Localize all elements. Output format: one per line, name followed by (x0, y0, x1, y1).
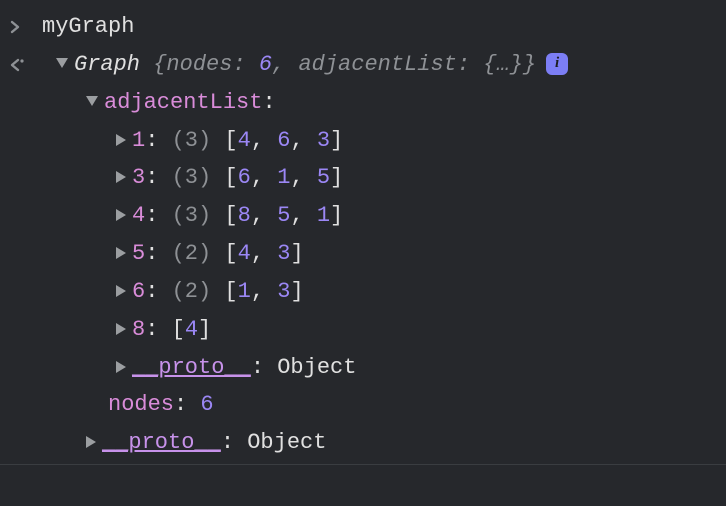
entry-value: 4 (238, 235, 251, 273)
entry-count: (3) (172, 197, 212, 235)
list-entry-row[interactable]: 5: (2) [4, 3] (42, 235, 718, 273)
adjacent-list-header[interactable]: adjacentList: (42, 84, 718, 122)
console-input-text[interactable]: myGraph (42, 14, 134, 39)
expand-toggle-icon[interactable] (116, 323, 126, 335)
entry-value: 1 (277, 159, 290, 197)
console-panel: myGraph Graph {nodes: 6, adjacentList: {… (0, 0, 726, 462)
entry-value: 4 (185, 311, 198, 349)
entry-key: 1 (132, 122, 145, 160)
entry-count: (2) (172, 235, 212, 273)
entry-key: 3 (132, 159, 145, 197)
expand-toggle-icon[interactable] (86, 96, 98, 106)
entry-value: 8 (238, 197, 251, 235)
object-summary-line[interactable]: Graph {nodes: 6, adjacentList: {…}} i (42, 46, 718, 84)
expand-toggle-icon[interactable] (116, 285, 126, 297)
proto-row[interactable]: __proto__: Object (42, 424, 718, 462)
entry-count: (3) (172, 122, 212, 160)
expand-toggle-icon[interactable] (116, 134, 126, 146)
entry-value: 3 (317, 122, 330, 160)
property-key: nodes (108, 386, 174, 424)
entry-value: 5 (317, 159, 330, 197)
property-key: adjacentList (104, 84, 262, 122)
expand-toggle-icon[interactable] (116, 209, 126, 221)
entry-value: 3 (277, 273, 290, 311)
list-entry-row[interactable]: 4: (3) [8, 5, 1] (42, 197, 718, 235)
list-entry-row[interactable]: 8: [4] (42, 311, 718, 349)
property-row[interactable]: nodes: 6 (42, 386, 718, 424)
entry-key: 8 (132, 311, 145, 349)
entry-key: 4 (132, 197, 145, 235)
expand-toggle-icon[interactable] (116, 171, 126, 183)
list-entry-row[interactable]: 1: (3) [4, 6, 3] (42, 122, 718, 160)
entry-count: (3) (172, 159, 212, 197)
entry-value: 6 (238, 159, 251, 197)
entry-key: 6 (132, 273, 145, 311)
list-entry-row[interactable]: 3: (3) [6, 1, 5] (42, 159, 718, 197)
entry-value: 1 (238, 273, 251, 311)
output-indicator-icon (8, 46, 42, 84)
proto-value: Object (277, 349, 356, 387)
expand-toggle-icon[interactable] (56, 58, 68, 68)
info-badge-icon[interactable]: i (546, 53, 568, 75)
expand-toggle-icon[interactable] (116, 247, 126, 259)
proto-value: Object (247, 424, 326, 462)
expand-toggle-icon[interactable] (86, 436, 96, 448)
entry-value: 1 (317, 197, 330, 235)
entry-value: 5 (277, 197, 290, 235)
expand-toggle-icon[interactable] (116, 361, 126, 373)
proto-row[interactable]: __proto__: Object (42, 349, 718, 387)
proto-key: __proto__ (102, 424, 221, 462)
console-output-row: Graph {nodes: 6, adjacentList: {…}} i ad… (8, 46, 718, 462)
property-value: 6 (200, 386, 213, 424)
entry-key: 5 (132, 235, 145, 273)
entry-value: 6 (277, 122, 290, 160)
console-divider (0, 464, 726, 465)
proto-key: __proto__ (132, 349, 251, 387)
entry-count: (2) (172, 273, 212, 311)
class-name: Graph (74, 52, 140, 77)
entry-value: 3 (277, 235, 290, 273)
list-entry-row[interactable]: 6: (2) [1, 3] (42, 273, 718, 311)
entry-value: 4 (238, 122, 251, 160)
console-input-row: myGraph (8, 8, 718, 46)
input-prompt-icon (8, 8, 42, 46)
